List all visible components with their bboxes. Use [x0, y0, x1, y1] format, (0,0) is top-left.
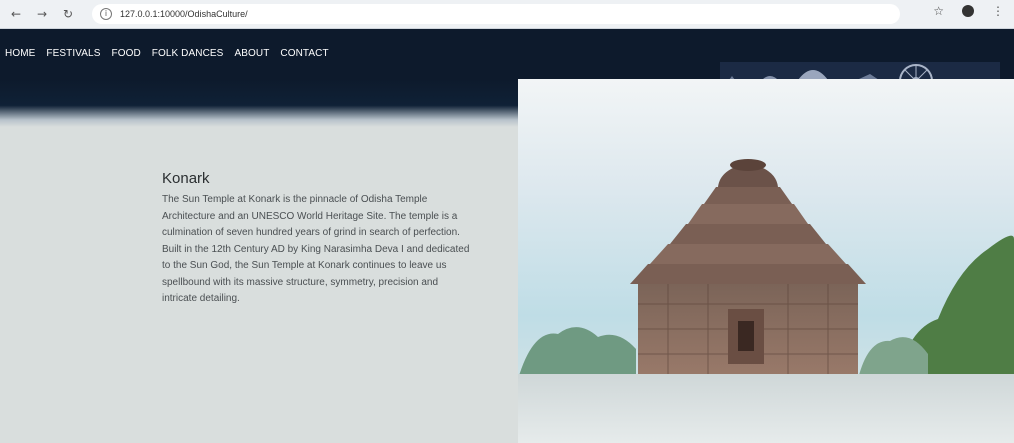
nav-festivals[interactable]: FESTIVALS	[46, 48, 100, 59]
forward-arrow-icon[interactable]: →	[32, 4, 52, 24]
section-description: The Sun Temple at Konark is the pinnacle…	[162, 194, 470, 304]
back-arrow-icon[interactable]: ←	[6, 4, 26, 24]
nav-home[interactable]: HOME	[5, 48, 35, 59]
info-icon[interactable]: i	[100, 8, 112, 20]
kebab-menu-icon[interactable]: ⋮	[992, 4, 1004, 18]
section-title: Konark	[162, 170, 210, 187]
nav-food[interactable]: FOOD	[111, 48, 140, 59]
nav-contact[interactable]: CONTACT	[280, 48, 328, 59]
profile-icon[interactable]	[962, 5, 974, 17]
konark-temple-image	[518, 79, 1014, 443]
main-navigation: HOME FESTIVALS FOOD FOLK DANCES ABOUT CO…	[5, 48, 329, 59]
header-shadow	[0, 79, 518, 127]
nav-about[interactable]: ABOUT	[234, 48, 269, 59]
browser-actions: ☆ ⋮	[933, 4, 1004, 18]
browser-toolbar: ← → ↻ i 127.0.0.1:10000/OdishaCulture/ ☆…	[0, 0, 1014, 29]
url-text[interactable]: 127.0.0.1:10000/OdishaCulture/	[120, 9, 248, 19]
address-bar[interactable]: i 127.0.0.1:10000/OdishaCulture/	[92, 4, 900, 24]
star-icon[interactable]: ☆	[933, 4, 944, 18]
nav-folk-dances[interactable]: FOLK DANCES	[152, 48, 224, 59]
reload-icon[interactable]: ↻	[58, 4, 78, 24]
